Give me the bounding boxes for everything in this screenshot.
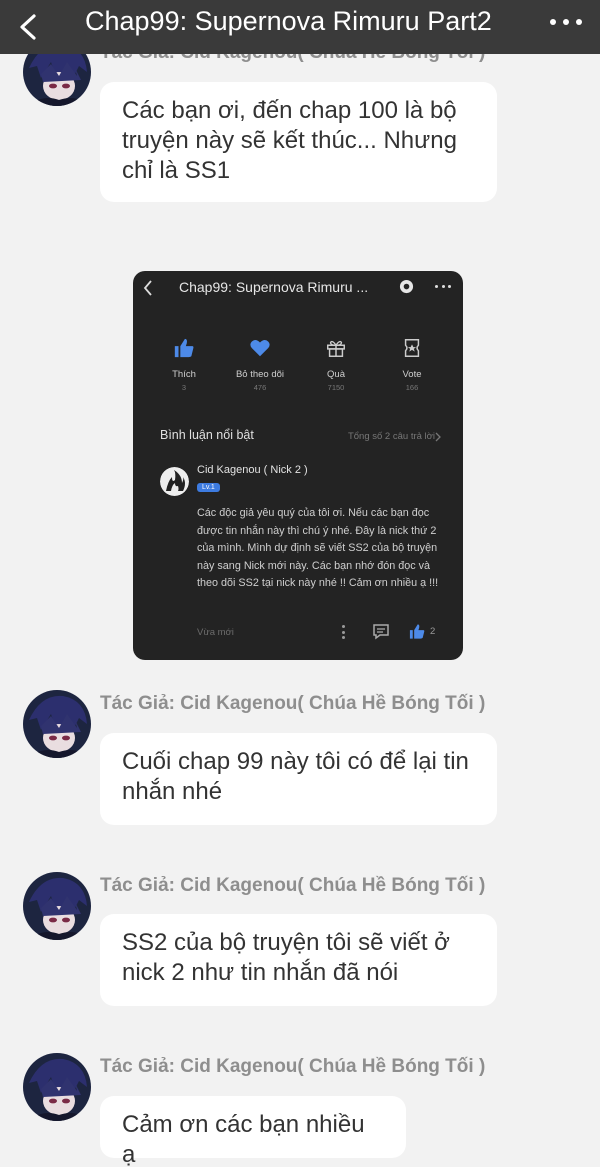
chevron-left-icon xyxy=(143,280,152,296)
thumbs-up-icon[interactable] xyxy=(408,623,426,640)
stat-follow: Bỏ theo dõi 476 xyxy=(220,337,300,392)
sender-name: Tác Giả: Cid Kagenou( Chúa Hề Bóng Tối ) xyxy=(100,693,486,714)
message-bubble: SS2 của bộ truyện tôi sẽ viết ở nick 2 n… xyxy=(100,914,497,1006)
level-badge: Lv.1 xyxy=(197,483,220,492)
gift-icon xyxy=(327,340,345,357)
screenshot-header: Chap99: Supernova Rimuru ... xyxy=(133,271,463,304)
commenter-name[interactable]: Cid Kagenou ( Nick 2 ) xyxy=(197,464,308,476)
more-vertical-icon[interactable] xyxy=(342,625,346,639)
message-bubble: Cuối chap 99 này tôi có để lại tin nhắn … xyxy=(100,733,497,825)
stat-like: Thích 3 xyxy=(144,337,224,392)
sender-name: Tác Giả: Cid Kagenou( Chúa Hề Bóng Tối ) xyxy=(100,1056,486,1077)
author-avatar-image xyxy=(23,872,91,940)
commenter-avatar xyxy=(160,467,189,496)
flame-logo-icon xyxy=(160,467,189,496)
message-bubble: Cảm ơn các bạn nhiều ạ xyxy=(100,1096,406,1167)
attached-screenshot[interactable]: Chap99: Supernova Rimuru ... Thích 3 Bỏ … xyxy=(133,271,463,660)
screenshot-title: Chap99: Supernova Rimuru ... xyxy=(179,279,369,295)
message-bubble: Các bạn ơi, đến chap 100 là bộ truyện nà… xyxy=(100,82,497,202)
like-count: 2 xyxy=(430,626,436,637)
chevron-right-icon xyxy=(435,432,441,442)
more-horizontal-icon xyxy=(435,285,451,288)
stats-row: Thích 3 Bỏ theo dõi 476 Quà 7150 Vote 16… xyxy=(133,337,463,397)
comment-time: Vừa mới xyxy=(197,627,234,638)
more-options-button[interactable] xyxy=(550,12,582,32)
author-avatar-image xyxy=(23,690,91,758)
vote-ticket-icon xyxy=(404,339,420,357)
comment-text: Các độc giả yêu quý của tôi ơi. Nếu các … xyxy=(197,507,439,589)
reply-icon[interactable] xyxy=(372,623,390,640)
thumbs-up-icon xyxy=(174,338,194,358)
top-app-bar: Chap99: Supernova Rimuru Part2 xyxy=(0,0,600,54)
avatar[interactable] xyxy=(23,872,91,940)
more-horizontal-icon xyxy=(550,19,556,25)
page-title: Chap99: Supernova Rimuru Part2 xyxy=(85,6,492,36)
target-icon xyxy=(399,279,414,294)
author-avatar-image xyxy=(23,1053,91,1121)
avatar[interactable] xyxy=(23,1053,91,1121)
chevron-left-icon xyxy=(20,14,36,40)
stat-gift: Quà 7150 xyxy=(296,337,376,392)
sender-name: Tác Giả: Cid Kagenou( Chúa Hề Bóng Tối ) xyxy=(100,875,486,896)
avatar[interactable] xyxy=(23,690,91,758)
back-button[interactable] xyxy=(0,0,56,54)
featured-comments-heading: Bình luận nổi bật xyxy=(160,428,254,442)
total-replies-link[interactable]: Tổng số 2 câu trả lời xyxy=(348,431,435,442)
stat-vote: Vote 166 xyxy=(372,337,452,392)
heart-icon xyxy=(250,339,270,357)
